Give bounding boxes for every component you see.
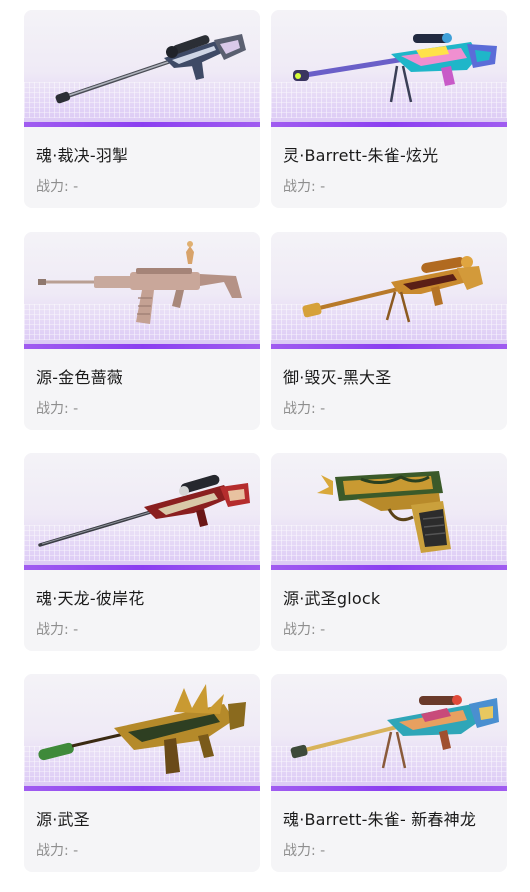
weapon-name: 源-金色蔷薇 <box>36 368 123 387</box>
weapon-image-area <box>271 674 507 786</box>
dragon-sniper-icon <box>38 474 250 547</box>
power-value: - <box>320 622 326 638</box>
power-label: 战力: <box>36 179 69 195</box>
barrett-dragon-icon <box>290 695 499 769</box>
pistol-icon <box>317 471 451 553</box>
weapon-image-area <box>271 10 507 122</box>
power-value: - <box>320 179 326 195</box>
card-accent-bar <box>24 565 260 570</box>
power-value: - <box>73 622 79 638</box>
weapon-name: 源·武圣 <box>36 810 90 829</box>
card-accent-bar <box>24 344 260 349</box>
weapon-power: 战力: - <box>36 176 78 196</box>
power-value: - <box>73 179 79 195</box>
weapon-grid: 魂·裁决-羽掣 战力: - 灵·Barrett-朱雀-炫光 战力: - 源-金色… <box>0 0 530 892</box>
weapon-card[interactable]: 灵·Barrett-朱雀-炫光 战力: - <box>271 10 507 208</box>
weapon-card[interactable]: 魂·天龙-彼岸花 战力: - <box>24 453 260 651</box>
card-accent-bar <box>271 122 507 127</box>
weapon-card[interactable]: 源·武圣glock 战力: - <box>271 453 507 651</box>
power-value: - <box>320 843 326 859</box>
weapon-power: 战力: - <box>283 619 325 639</box>
weapon-power: 战力: - <box>283 176 325 196</box>
power-label: 战力: <box>36 622 69 638</box>
weapon-image-area <box>271 453 507 565</box>
dragon-rifle-icon <box>38 684 246 774</box>
golden-sniper-icon <box>302 256 483 323</box>
power-label: 战力: <box>283 843 316 859</box>
weapon-card[interactable]: 魂·Barrett-朱雀- 新春神龙 战力: - <box>271 674 507 872</box>
card-accent-bar <box>271 344 507 349</box>
weapon-image-area <box>271 232 507 344</box>
weapon-name: 御·毁灭-黑大圣 <box>283 368 392 387</box>
weapon-power: 战力: - <box>283 840 325 860</box>
assault-rifle-icon <box>38 241 242 324</box>
weapon-power: 战力: - <box>36 398 78 418</box>
weapon-card[interactable]: 御·毁灭-黑大圣 战力: - <box>271 232 507 430</box>
weapon-power: 战力: - <box>283 398 325 418</box>
power-label: 战力: <box>283 622 316 638</box>
power-value: - <box>320 401 326 417</box>
weapon-power: 战力: - <box>36 619 78 639</box>
card-accent-bar <box>24 122 260 127</box>
card-accent-bar <box>271 565 507 570</box>
power-value: - <box>73 843 79 859</box>
weapon-name: 魂·Barrett-朱雀- 新春神龙 <box>283 810 477 829</box>
weapon-power: 战力: - <box>36 840 78 860</box>
weapon-image-area <box>24 453 260 565</box>
power-label: 战力: <box>283 401 316 417</box>
weapon-name: 源·武圣glock <box>283 589 381 608</box>
sniper-rifle-icon <box>55 34 246 104</box>
weapon-name: 魂·天龙-彼岸花 <box>36 589 145 608</box>
weapon-card[interactable]: 源·武圣 战力: - <box>24 674 260 872</box>
card-accent-bar <box>24 786 260 791</box>
weapon-name: 灵·Barrett-朱雀-炫光 <box>283 146 439 165</box>
power-value: - <box>73 401 79 417</box>
weapon-image-area <box>24 674 260 786</box>
weapon-card[interactable]: 源-金色蔷薇 战力: - <box>24 232 260 430</box>
weapon-name: 魂·裁决-羽掣 <box>36 146 129 165</box>
power-label: 战力: <box>36 401 69 417</box>
power-label: 战力: <box>283 179 316 195</box>
weapon-image-area <box>24 10 260 122</box>
power-label: 战力: <box>36 843 69 859</box>
weapon-card[interactable]: 魂·裁决-羽掣 战力: - <box>24 10 260 208</box>
card-accent-bar <box>271 786 507 791</box>
barrett-rifle-icon <box>293 33 497 103</box>
weapon-image-area <box>24 232 260 344</box>
